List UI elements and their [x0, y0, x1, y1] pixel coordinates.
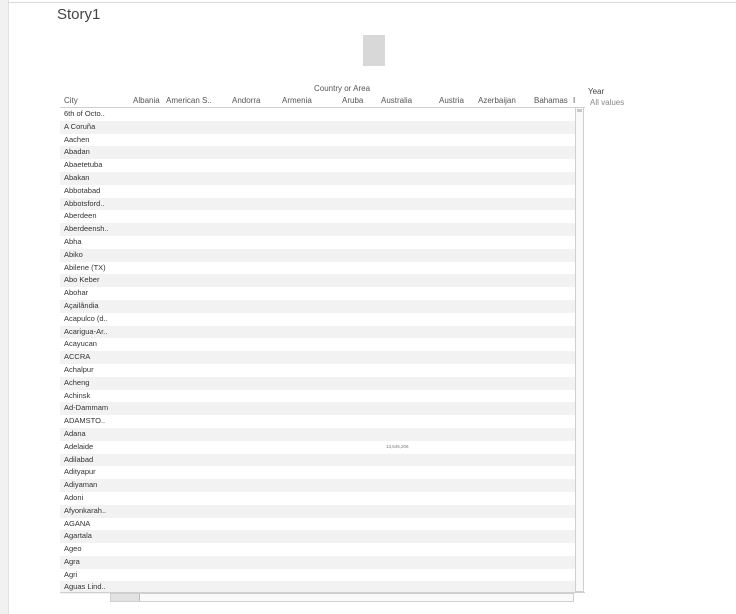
column-header[interactable]: Armenia: [282, 96, 312, 105]
row-header: Adiyaman: [64, 480, 98, 490]
row-header: Adana: [64, 428, 86, 438]
row-header: Acheng: [64, 377, 90, 387]
column-header[interactable]: Australia: [381, 96, 412, 105]
left-rail: [0, 0, 9, 614]
column-header[interactable]: Bahamas: [534, 96, 568, 105]
row-header: Ad-Dammam: [64, 403, 109, 413]
column-header[interactable]: Aruba: [342, 96, 363, 105]
row-header: Abha: [64, 236, 82, 246]
table-row[interactable]: Aberdeen: [60, 210, 575, 223]
row-header: Acarigua-Ar..: [64, 326, 108, 336]
table-row[interactable]: Açailândia: [60, 299, 575, 313]
row-header: Abilene (TX): [64, 262, 106, 272]
table-row[interactable]: Acapulco (d..: [60, 313, 575, 326]
table-row[interactable]: Achalpur: [60, 364, 575, 377]
table-row[interactable]: Aachen: [60, 134, 575, 147]
row-header: Açailândia: [64, 300, 99, 310]
row-header: Agartala: [64, 531, 92, 541]
table-row[interactable]: Adityapur: [60, 466, 575, 479]
row-header: Achinsk: [64, 390, 91, 400]
table-row[interactable]: Adana: [60, 427, 575, 441]
table-row[interactable]: Acheng: [60, 376, 575, 390]
row-header: Afyonkarah..: [64, 505, 107, 515]
row-header: Abohar: [64, 288, 89, 298]
table-row[interactable]: Acayucan: [60, 338, 575, 351]
table-row[interactable]: Abaetetuba: [60, 159, 575, 172]
row-header: AGANA: [64, 518, 91, 528]
table-row[interactable]: 6th of Octo..: [60, 108, 575, 121]
row-header: Acapulco (d..: [64, 313, 108, 323]
row-header: Abiko: [64, 249, 83, 259]
row-header: Abaetetuba: [64, 160, 103, 170]
table-row[interactable]: ADAMSTO..: [60, 415, 575, 428]
column-header-title: Country or Area: [314, 84, 371, 93]
row-header: Achalpur: [64, 364, 94, 374]
table-row[interactable]: A Coruña: [60, 120, 575, 134]
row-header: Ageo: [64, 544, 82, 554]
table-row[interactable]: Agri: [60, 569, 575, 582]
horizontal-scroll-thumb[interactable]: [111, 594, 140, 601]
cell-value[interactable]: 13,645,206: [386, 441, 409, 454]
table-row[interactable]: Adiyaman: [60, 479, 575, 492]
column-header[interactable]: Azerbaijan: [478, 96, 516, 105]
row-header: Aberdeen: [64, 211, 97, 221]
table-rows: 6th of Octo.. A Coruña Aachen Abadan Abaetet…: [60, 108, 575, 595]
story-point-navigator[interactable]: [363, 35, 385, 66]
top-divider: [8, 2, 736, 3]
row-header: Agra: [64, 556, 80, 566]
row-header: Aberdeensh..: [64, 224, 109, 234]
horizontal-scrollbar[interactable]: [110, 593, 574, 602]
table-row[interactable]: Abha: [60, 236, 575, 249]
story-title: Story1: [57, 6, 101, 23]
column-header[interactable]: Austria: [439, 96, 464, 105]
table-row[interactable]: Achinsk: [60, 390, 575, 403]
row-header: ADAMSTO..: [64, 416, 106, 426]
row-header: Adoni: [64, 492, 84, 502]
table-row[interactable]: Abo Keber: [60, 274, 575, 288]
filter-value[interactable]: All values: [590, 98, 624, 107]
table-row[interactable]: Ad-Dammam: [60, 402, 575, 416]
vertical-scrollbar[interactable]: [575, 107, 584, 592]
table-row[interactable]: Abohar: [60, 287, 575, 300]
table-row[interactable]: Adoni: [60, 492, 575, 505]
table-row[interactable]: Acarigua-Ar..: [60, 325, 575, 339]
table-row[interactable]: Afyonkarah..: [60, 504, 575, 518]
row-header: Adityapur: [64, 467, 96, 477]
column-headers: Albania American S.. Andorra Armenia Aru…: [60, 96, 585, 107]
table-row[interactable]: ACCRA: [60, 351, 575, 364]
column-header[interactable]: Albania: [133, 96, 160, 105]
table-row[interactable]: Abbotabad: [60, 185, 575, 198]
table-row[interactable]: Adelaide 13,645,206: [60, 441, 575, 454]
table-row[interactable]: Abakan: [60, 171, 575, 185]
row-header: Aachen: [64, 134, 90, 144]
table-row[interactable]: Abilene (TX): [60, 262, 575, 275]
table-row[interactable]: Ageo: [60, 543, 575, 556]
row-header: ACCRA: [64, 352, 91, 362]
table-row[interactable]: Abbotsford..: [60, 197, 575, 211]
table-row[interactable]: Agra: [60, 555, 575, 569]
column-header[interactable]: I: [573, 96, 575, 105]
row-header: Abakan: [64, 172, 90, 182]
vertical-scroll-thumb[interactable]: [577, 109, 582, 112]
column-header[interactable]: Andorra: [232, 96, 260, 105]
row-header: Agri: [64, 569, 78, 579]
table-row[interactable]: Adilabad: [60, 453, 575, 467]
table-row[interactable]: Abadan: [60, 146, 575, 160]
row-header: Adelaide: [64, 441, 94, 451]
row-header: Abbotabad: [64, 185, 101, 195]
table-row[interactable]: AGANA: [60, 518, 575, 531]
row-header: Abbotsford..: [64, 198, 105, 208]
table-row[interactable]: Agartala: [60, 530, 575, 544]
row-header: Abadan: [64, 147, 90, 157]
row-header: Adilabad: [64, 454, 94, 464]
table-row[interactable]: Abiko: [60, 248, 575, 262]
row-header: Abo Keber: [64, 275, 100, 285]
row-header: A Coruña: [64, 121, 96, 131]
filter-title: Year: [588, 87, 605, 96]
row-header: Acayucan: [64, 339, 97, 349]
row-header: 6th of Octo..: [64, 109, 105, 118]
table-row[interactable]: Aberdeensh..: [60, 223, 575, 236]
column-header[interactable]: American S..: [166, 96, 212, 105]
